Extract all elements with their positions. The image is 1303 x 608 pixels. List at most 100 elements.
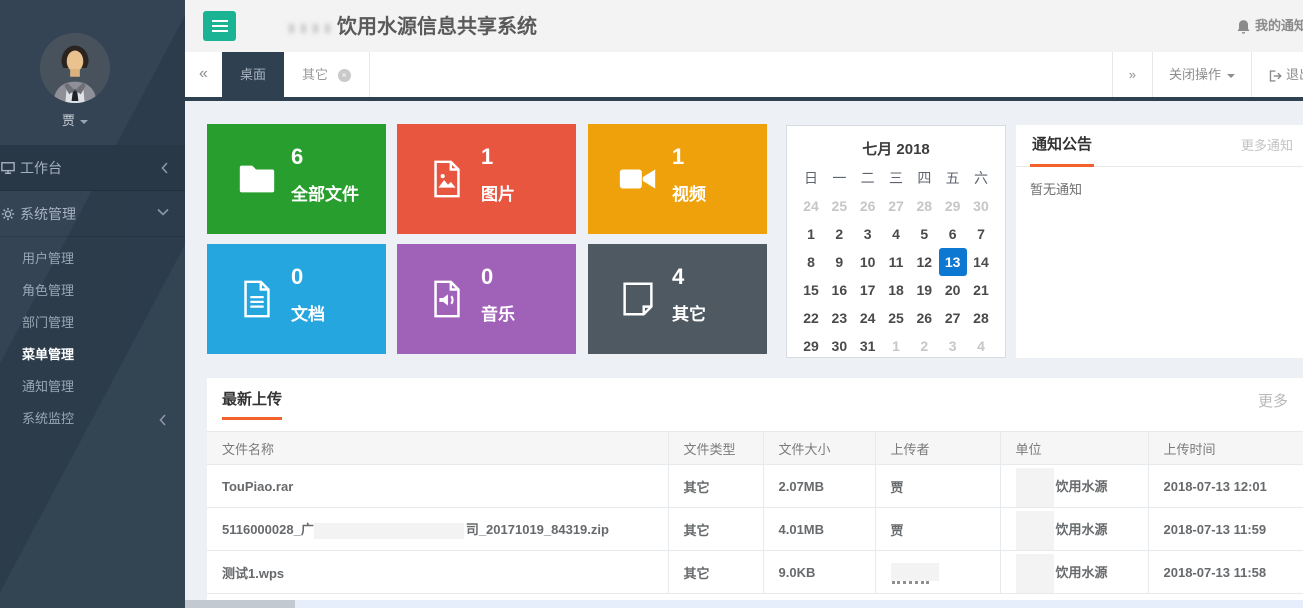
calendar-day[interactable]: 26 [910,304,938,332]
image-icon [426,158,468,200]
calendar-day[interactable]: 18 [882,276,910,304]
calendar-day[interactable]: 24 [854,304,882,332]
calendar-day[interactable]: 25 [882,304,910,332]
sidebar-item-system[interactable]: 系统管理 [0,191,185,237]
column-header: 上传时间 [1148,432,1303,465]
calendar-day[interactable]: 1 [797,220,825,248]
sidebar-item-users[interactable]: 用户管理 [0,243,185,275]
file-size-cell: 4.01MB [763,508,875,551]
column-header: 文件名称 [207,432,668,465]
calendar-day[interactable]: 23 [825,304,853,332]
file-name-cell[interactable]: TouPiao.rar [207,465,668,508]
sidebar-item-monitor[interactable]: 系统监控 [0,403,185,435]
calendar-day[interactable]: 21 [967,276,995,304]
calendar-day[interactable]: 27 [882,192,910,220]
calendar-day[interactable]: 29 [939,192,967,220]
tab-other[interactable]: 其它 × [284,52,370,97]
calendar-day[interactable]: 22 [797,304,825,332]
calendar-day[interactable]: 14 [967,248,995,276]
card-videos[interactable]: 1 视频 [588,124,767,234]
calendar-widget: 七月 2018 日一二三四五六2425262728293012345678910… [786,125,1006,358]
uploads-panel: 最新上传 更多 文件名称文件类型文件大小上传者单位上传时间 TouPiao.ra… [207,378,1303,601]
sidebar-item-notices[interactable]: 通知管理 [0,371,185,403]
calendar-day[interactable]: 4 [967,332,995,360]
video-camera-icon [617,158,659,200]
calendar-day[interactable]: 2 [910,332,938,360]
avatar[interactable] [40,33,110,103]
submenu-label: 系统监控 [22,411,74,426]
calendar-day[interactable]: 26 [854,192,882,220]
unit-cell: 饮用水源 [1000,508,1148,551]
calendar-day[interactable]: 31 [854,332,882,360]
more-notices-link[interactable]: 更多通知 [1241,125,1293,167]
calendar-day[interactable]: 2 [825,220,853,248]
card-documents[interactable]: 0 文档 [207,244,386,354]
card-music[interactable]: 0 音乐 [397,244,576,354]
calendar-day[interactable]: 4 [882,220,910,248]
calendar-day[interactable]: 6 [939,220,967,248]
user-menu[interactable]: 贾 [0,110,150,129]
file-name-cell[interactable]: 5116000028_广司_20171019_84319.zip [207,508,668,551]
notice-title: 通知公告 [1030,125,1094,167]
calendar-day[interactable]: 11 [882,248,910,276]
calendar-day[interactable]: 20 [939,276,967,304]
card-label: 其它 [672,300,706,325]
calendar-day[interactable]: 28 [910,192,938,220]
table-row[interactable]: 5116000028_广司_20171019_84319.zip其它4.01MB… [207,508,1303,551]
calendar-day[interactable]: 1 [882,332,910,360]
card-all-files[interactable]: 6 全部文件 [207,124,386,234]
calendar-day[interactable]: 15 [797,276,825,304]
scrollbar-thumb[interactable] [185,600,295,608]
calendar-day[interactable]: 3 [939,332,967,360]
sidebar-item-roles[interactable]: 角色管理 [0,275,185,307]
close-operations-dropdown[interactable]: 关闭操作 [1152,52,1251,97]
calendar-day[interactable]: 25 [825,192,853,220]
tab-label: 其它 [302,67,328,82]
table-row[interactable]: 测试1.wps其它9.0KB饮用水源2018-07-13 11:58 [207,551,1303,594]
calendar-day[interactable]: 16 [825,276,853,304]
card-images[interactable]: 1 图片 [397,124,576,234]
calendar-weekday: 六 [967,164,995,192]
tabs-scroll-left-button[interactable]: « [185,52,222,97]
folder-icon [236,158,278,200]
calendar-day[interactable]: 8 [797,248,825,276]
notice-header: 通知公告 更多通知 [1016,125,1303,167]
close-icon[interactable]: × [338,69,351,82]
calendar-day[interactable]: 17 [854,276,882,304]
calendar-day[interactable]: 30 [967,192,995,220]
card-other[interactable]: 4 其它 [588,244,767,354]
calendar-day[interactable]: 29 [797,332,825,360]
calendar-day[interactable]: 10 [854,248,882,276]
sidebar-item-workbench[interactable]: 工作台 [0,145,185,191]
horizontal-scrollbar[interactable] [185,600,1303,608]
sidebar-toggle-button[interactable] [203,11,236,41]
calendar-weekday: 四 [910,164,938,192]
sidebar-item-departments[interactable]: 部门管理 [0,307,185,339]
table-row[interactable]: TouPiao.rar其它2.07MB贾饮用水源2018-07-13 12:01 [207,465,1303,508]
card-label: 视频 [672,180,706,205]
calendar-day[interactable]: 5 [910,220,938,248]
calendar-day[interactable]: 24 [797,192,825,220]
calendar-day[interactable]: 12 [910,248,938,276]
gear-icon [1,207,15,221]
calendar-day[interactable]: 30 [825,332,853,360]
tab-desktop[interactable]: 桌面 [222,52,284,97]
submenu-label: 通知管理 [22,379,74,394]
more-uploads-link[interactable]: 更多 [1258,390,1288,411]
calendar-weekday: 一 [825,164,853,192]
sidebar-item-menus[interactable]: 菜单管理 [0,339,185,371]
file-name-cell[interactable]: 测试1.wps [207,551,668,594]
calendar-day[interactable]: 19 [910,276,938,304]
upload-time-cell: 2018-07-13 12:01 [1148,465,1303,508]
calendar-day[interactable]: 28 [967,304,995,332]
my-notifications-button[interactable]: 我的通知 [1236,0,1303,52]
logout-button[interactable]: 退出 [1251,52,1303,97]
tabs-scroll-right-button[interactable]: » [1112,52,1152,97]
calendar-day-selected[interactable]: 13 [939,248,967,276]
calendar-day[interactable]: 27 [939,304,967,332]
calendar-day[interactable]: 3 [854,220,882,248]
sidebar-item-label: 系统管理 [20,206,76,222]
calendar-day[interactable]: 9 [825,248,853,276]
calendar-day[interactable]: 7 [967,220,995,248]
hamburger-icon [212,20,228,22]
